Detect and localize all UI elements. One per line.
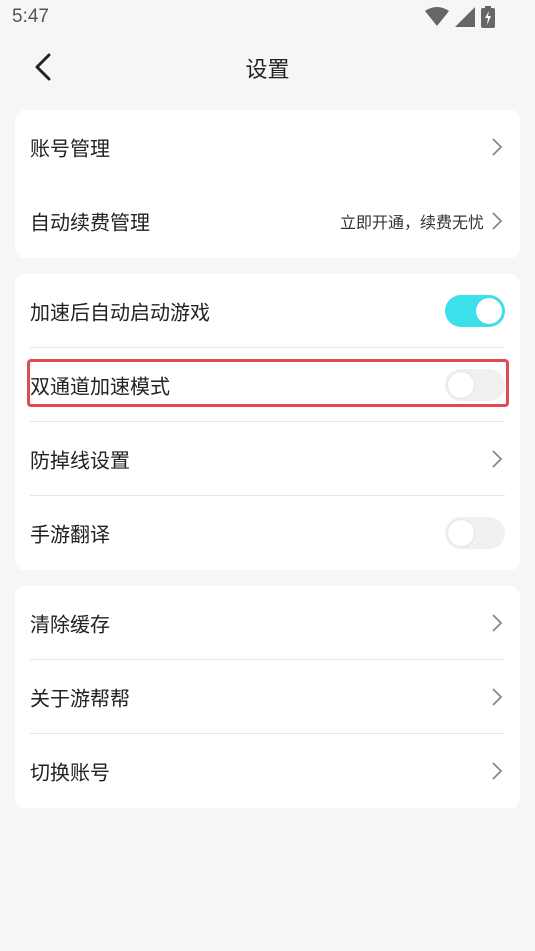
acceleration-card: 加速后自动启动游戏 双通道加速模式 防掉线设置 手游翻译 [15, 274, 520, 570]
row-label: 切换账号 [30, 760, 110, 785]
chevron-right-icon [490, 613, 504, 633]
misc-card: 清除缓存 关于游帮帮 切换账号 [15, 586, 520, 808]
anti-disconnect-row[interactable]: 防掉线设置 [15, 422, 520, 496]
auto-launch-game-toggle[interactable] [445, 295, 505, 327]
row-label: 手游翻译 [30, 522, 110, 547]
toggle-knob [476, 298, 502, 324]
wifi-icon [425, 7, 449, 26]
mobile-translate-row: 手游翻译 [15, 496, 520, 570]
highlight-box [27, 359, 509, 407]
row-label: 加速后自动启动游戏 [30, 300, 210, 325]
mobile-translate-toggle[interactable] [445, 517, 505, 549]
status-time: 5:47 [12, 6, 49, 27]
toggle-knob [448, 520, 474, 546]
auto-renew-hint: 立即开通，续费无忧 [339, 213, 484, 232]
account-card: 账号管理 自动续费管理 立即开通，续费无忧 [15, 110, 520, 258]
switch-account-row[interactable]: 切换账号 [15, 734, 520, 808]
chevron-right-icon [490, 211, 504, 231]
row-label: 防掉线设置 [30, 448, 130, 473]
page-title: 设置 [245, 58, 290, 83]
row-label: 关于游帮帮 [30, 686, 130, 711]
status-bar: 5:47 [0, 0, 535, 36]
chevron-right-icon [490, 687, 504, 707]
auto-renew-row[interactable]: 自动续费管理 立即开通，续费无忧 [15, 184, 520, 258]
about-row[interactable]: 关于游帮帮 [15, 660, 520, 734]
auto-launch-game-row: 加速后自动启动游戏 [15, 274, 520, 348]
nav-bar: 设置 [0, 36, 535, 96]
chevron-right-icon [490, 761, 504, 781]
row-label: 清除缓存 [30, 612, 110, 637]
chevron-right-icon [490, 137, 504, 157]
row-label: 账号管理 [30, 136, 110, 161]
signal-icon [455, 7, 475, 27]
account-management-row[interactable]: 账号管理 [15, 110, 520, 184]
status-icons [425, 6, 495, 28]
clear-cache-row[interactable]: 清除缓存 [15, 586, 520, 660]
battery-icon [481, 6, 495, 28]
row-label: 自动续费管理 [30, 210, 150, 235]
chevron-right-icon [490, 449, 504, 469]
